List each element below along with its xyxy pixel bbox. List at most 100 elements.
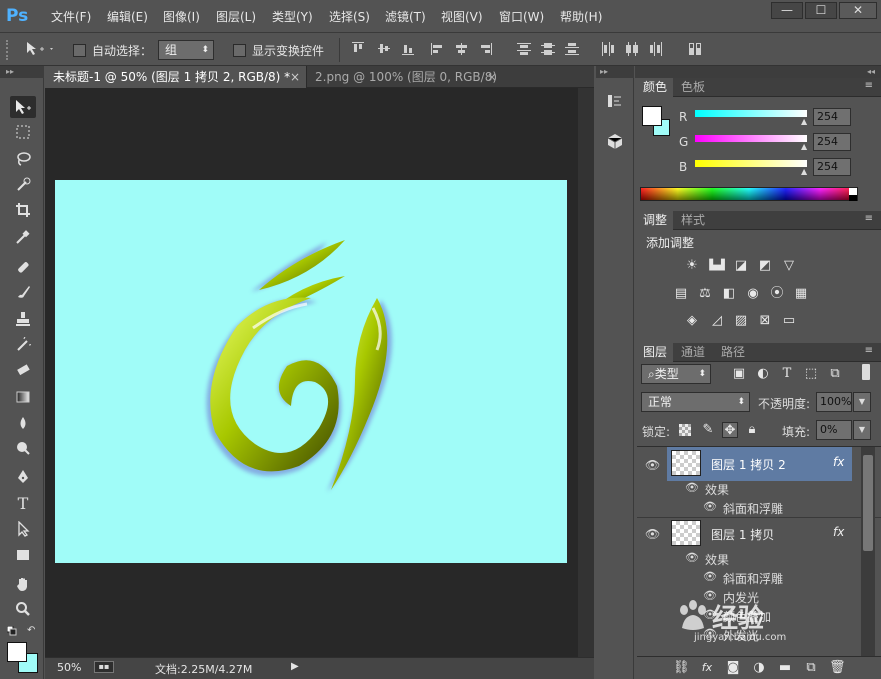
color-spectrum[interactable] [640,187,858,201]
dock-collapse-icon[interactable]: ▸▸ [596,66,634,78]
effect-eye-icon[interactable]: 👁︎ [703,570,717,583]
effect-eye-icon[interactable]: 👁︎ [703,500,717,513]
move-tool-icon[interactable] [10,96,36,118]
tab-paths[interactable]: 路径 [715,343,751,362]
lasso-tool-icon[interactable] [10,148,36,170]
invert-icon[interactable]: ◈ [684,313,700,329]
swap-colors-icon[interactable]: ↶ [27,625,35,636]
type-tool-icon[interactable]: T [10,492,36,514]
visibility-eye-icon[interactable]: 👁︎ [645,458,660,472]
menu-edit[interactable]: 编辑(E) [107,8,148,25]
panel-menu-icon[interactable]: ≡ [865,213,873,224]
filter-shape-icon[interactable]: ⬚ [803,366,819,382]
canvas-vertical-scrollbar[interactable] [578,88,594,657]
history-brush-tool-icon[interactable] [10,334,36,356]
effect-bevel-emboss[interactable]: 斜面和浮雕 [723,570,783,587]
clone-stamp-tool-icon[interactable] [10,308,36,330]
filter-pixel-icon[interactable]: ▣ [731,366,747,382]
lock-position-icon[interactable]: ✥ [722,422,738,438]
menu-view[interactable]: 视图(V) [441,8,483,25]
menu-image[interactable]: 图像(I) [163,8,200,25]
healing-brush-tool-icon[interactable] [10,256,36,278]
channel-r-value[interactable]: 254 [813,108,851,126]
filter-type-icon[interactable]: T [779,366,795,382]
marquee-tool-icon[interactable] [10,121,36,143]
layer-filter-dropdown[interactable]: ⌕类型 ⬍ [641,364,711,384]
properties-panel-icon[interactable] [606,132,624,150]
default-colors-icon[interactable] [6,625,17,636]
hue-saturation-icon[interactable]: ▤ [673,286,689,302]
quick-select-tool-icon[interactable] [10,174,36,196]
levels-icon[interactable]: ▙▟ [709,258,725,274]
channel-mixer-icon[interactable]: ⦿ [769,286,785,302]
gradient-map-icon[interactable]: ▭ [781,313,797,329]
color-balance-icon[interactable]: ⚖ [697,286,713,302]
black-white-icon[interactable]: ◧ [721,286,737,302]
close-button[interactable]: ✕ [839,2,877,19]
lock-all-icon[interactable]: 🔒︎ [744,422,760,438]
delete-layer-icon[interactable]: 🗑︎ [829,660,846,676]
proof-icon[interactable]: ▪▪ [94,661,114,673]
filter-adjustment-icon[interactable]: ◐ [755,366,771,382]
zoom-tool-icon[interactable] [10,598,36,620]
photo-filter-icon[interactable]: ◉ [745,286,761,302]
tab-color[interactable]: 颜色 [637,78,674,97]
new-adjustment-icon[interactable]: ◑ [751,660,767,676]
threshold-icon[interactable]: ▨ [733,313,749,329]
panel-menu-icon[interactable]: ≡ [865,80,873,91]
zoom-level[interactable]: 50% [57,661,81,674]
move-tool-preset-icon[interactable] [25,41,55,57]
panel-group-collapse-icon[interactable]: ◂◂ [635,66,881,78]
menu-window[interactable]: 窗口(W) [499,8,544,25]
tab-styles[interactable]: 样式 [675,211,711,230]
menu-select[interactable]: 选择(S) [329,8,370,25]
panel-menu-icon[interactable]: ≡ [865,345,873,356]
tab-swatches[interactable]: 色板 [675,78,711,97]
curves-icon[interactable]: ◪ [733,258,749,274]
menu-layer[interactable]: 图层(L) [216,8,256,25]
brightness-contrast-icon[interactable]: ☀ [684,258,700,274]
channel-r-slider[interactable] [695,110,807,117]
rectangle-tool-icon[interactable] [10,544,36,566]
show-transform-checkbox[interactable] [233,44,246,57]
effect-bevel-emboss[interactable]: 斜面和浮雕 [723,500,783,517]
selective-color-icon[interactable]: ⊠ [757,313,773,329]
vibrance-icon[interactable]: ▽ [781,258,797,274]
auto-select-checkbox[interactable] [73,44,86,57]
menu-file[interactable]: 文件(F) [51,8,91,25]
menu-filter[interactable]: 滤镜(T) [385,8,426,25]
tab-2-png[interactable]: 2.png @ 100% (图层 0, RGB/8) × [306,66,503,88]
blur-tool-icon[interactable] [10,412,36,434]
channel-g-slider[interactable] [695,135,807,142]
fill-input[interactable]: 0% [816,420,852,440]
new-group-icon[interactable]: ▬ [777,660,793,676]
fx-badge-icon[interactable]: fx [833,525,844,539]
color-lookup-icon[interactable]: ▦ [793,286,809,302]
link-layers-icon[interactable]: ⛓ [673,660,690,676]
path-select-tool-icon[interactable] [10,518,36,540]
channel-b-value[interactable]: 254 [813,158,851,176]
tab-layers[interactable]: 图层 [637,343,674,362]
blend-mode-dropdown[interactable]: 正常 ⬍ [641,392,750,412]
foreground-color-swatch[interactable] [7,642,27,662]
channel-g-value[interactable]: 254 [813,133,851,151]
filter-smart-object-icon[interactable]: ⧉ [827,366,843,382]
posterize-icon[interactable]: ◿ [709,313,725,329]
channel-b-slider[interactable] [695,160,807,167]
slider-thumb-icon[interactable]: ▲ [801,142,807,151]
hand-tool-icon[interactable] [10,573,36,595]
pen-tool-icon[interactable] [10,466,36,488]
effects-eye-icon[interactable]: 👁︎ [685,551,699,564]
menu-help[interactable]: 帮助(H) [560,8,602,25]
auto-select-dropdown[interactable]: 组 ⬍ [158,40,214,60]
close-tab-icon[interactable]: × [487,66,497,88]
slider-thumb-icon[interactable]: ▲ [801,167,807,176]
layer-name[interactable]: 图层 1 拷贝 2 [711,456,786,473]
color-foreground-swatch[interactable] [642,106,662,126]
exposure-icon[interactable]: ◩ [757,258,773,274]
crop-tool-icon[interactable] [10,199,36,221]
layer-name[interactable]: 图层 1 拷贝 [711,526,774,543]
dodge-tool-icon[interactable] [10,437,36,459]
slider-thumb-icon[interactable]: ▲ [801,117,807,126]
minimize-button[interactable]: — [771,2,803,19]
